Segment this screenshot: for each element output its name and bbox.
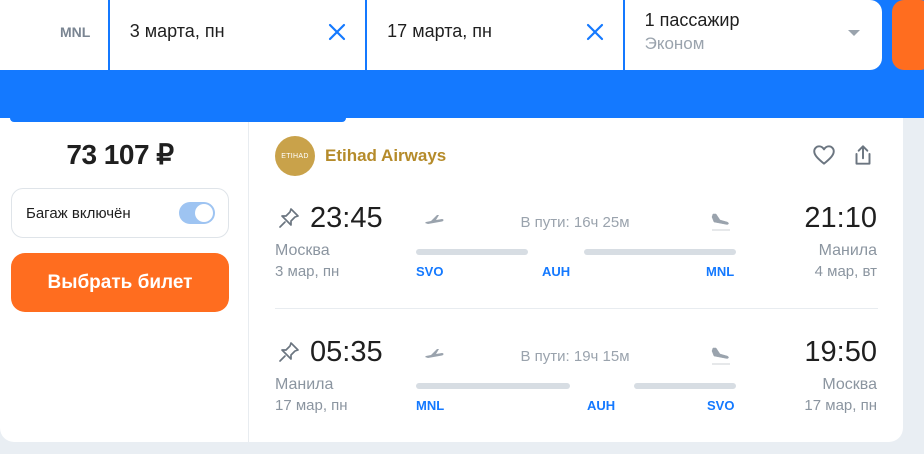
baggage-toggle[interactable] — [179, 202, 215, 224]
flight-duration: В пути: 19ч 15м — [520, 348, 630, 365]
airport-code: SVO — [416, 264, 444, 279]
arrival-date: 17 мар, пн — [804, 397, 877, 414]
return-date-field[interactable]: 17 марта, пн — [367, 0, 623, 70]
outbound-segment: 23:45 Москва 3 мар, пн В пути: 16ч 25м S… — [250, 202, 903, 312]
route-leg — [416, 249, 528, 255]
chevron-down-icon — [848, 30, 860, 36]
departure-city: Москва — [275, 242, 330, 259]
search-button[interactable] — [892, 0, 924, 70]
share-icon[interactable] — [850, 142, 876, 168]
arrival-city: Москва — [822, 376, 877, 393]
airport-code: MNL — [706, 264, 735, 279]
landing-icon — [711, 347, 730, 365]
takeoff-icon — [424, 349, 444, 360]
landing-icon — [711, 213, 730, 231]
baggage-label: Багаж включён — [26, 205, 131, 222]
destination-field[interactable]: MNL — [0, 0, 108, 70]
ticket-card: 73 107 ₽ Багаж включён Выбрать билет ETI… — [0, 118, 903, 442]
cabin-class: Эконом — [644, 34, 705, 53]
pin-icon[interactable] — [277, 340, 301, 364]
airline-logo: ETIHAD — [275, 136, 315, 176]
route-leg — [584, 249, 736, 255]
itinerary-panel: ETIHAD Etihad Airways 23:45 Москва 3 мар… — [250, 118, 903, 442]
departure-date: 3 мар, пн — [275, 263, 340, 280]
destination-code: MNL — [60, 24, 91, 40]
heart-icon[interactable] — [811, 142, 837, 168]
departure-time: 23:45 — [310, 202, 383, 234]
arrival-time: 21:10 — [804, 202, 877, 234]
passengers-count: 1 пассажир — [644, 10, 740, 30]
route-leg — [416, 383, 570, 389]
return-date-value: 17 марта, пн — [387, 21, 492, 41]
departure-time: 05:35 — [310, 336, 383, 368]
segment-divider — [275, 308, 878, 309]
passengers-field[interactable]: 1 пассажир Эконом — [624, 0, 882, 70]
depart-date-field[interactable]: 3 марта, пн — [109, 0, 366, 70]
baggage-toggle-row[interactable]: Багаж включён — [11, 188, 229, 238]
toggle-knob — [195, 204, 213, 222]
flight-duration: В пути: 16ч 25м — [520, 214, 630, 231]
pin-icon[interactable] — [277, 206, 301, 230]
depart-date-value: 3 марта, пн — [129, 21, 225, 41]
clear-icon[interactable] — [325, 20, 349, 44]
route-leg — [634, 383, 736, 389]
airport-code: AUH — [542, 264, 571, 279]
search-bar: MNL 3 марта, пн 17 марта, пн 1 пассажир … — [0, 0, 882, 70]
select-ticket-button[interactable]: Выбрать билет — [11, 253, 229, 312]
arrival-city: Манила — [818, 242, 877, 259]
departure-city: Манила — [275, 376, 334, 393]
takeoff-icon — [424, 215, 444, 226]
arrival-time: 19:50 — [804, 336, 877, 368]
price-panel: 73 107 ₽ Багаж включён Выбрать билет — [0, 118, 249, 442]
airport-code: AUH — [587, 398, 616, 413]
airport-code: SVO — [707, 398, 735, 413]
clear-icon[interactable] — [583, 20, 607, 44]
card-highlight-tab — [10, 118, 346, 122]
airline-name: Etihad Airways — [325, 146, 447, 165]
arrival-date: 4 мар, вт — [814, 263, 877, 280]
departure-date: 17 мар, пн — [275, 397, 348, 414]
airport-code: MNL — [416, 398, 445, 413]
ticket-price: 73 107 ₽ — [66, 139, 174, 170]
return-segment: 05:35 Манила 17 мар, пн В пути: 19ч 15м … — [250, 336, 903, 446]
